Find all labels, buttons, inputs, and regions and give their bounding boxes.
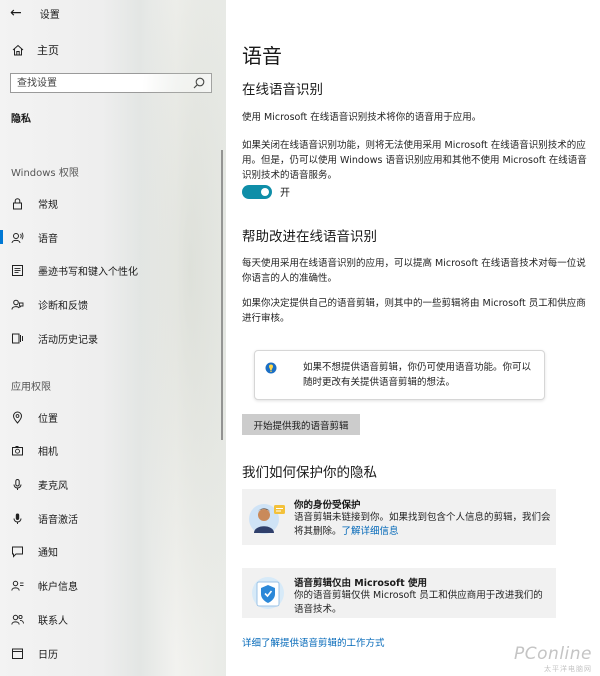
watermark-brand: PConline (514, 644, 592, 664)
camera-icon (12, 445, 23, 455)
title-bar: ← 设置 (10, 4, 60, 22)
contacts-icon (11, 614, 24, 625)
group-app-permissions: 应用权限 (11, 382, 51, 393)
sidebar-scrollbar[interactable] (221, 150, 223, 440)
sidebar-item-label: 相机 (38, 446, 58, 458)
online-speech-warning: 如果关闭在线语音识别功能，则将无法使用采用 Microsoft 在线语音识别技术… (242, 140, 587, 181)
home-label: 主页 (37, 44, 59, 57)
microsoft-card-title: 语音剪辑仅由 Microsoft 使用 (294, 578, 428, 589)
online-speech-toggle-row: 开 (242, 184, 290, 199)
sidebar-item-inking-typing[interactable]: 墨迹书写和键入个性化 (0, 258, 220, 282)
sidebar-item-voice-activation[interactable]: 语音激活 (0, 506, 220, 530)
watermark-sub: 太平洋电脑网 (544, 665, 592, 673)
sidebar-item-label: 墨迹书写和键入个性化 (38, 266, 138, 278)
microphone-icon (13, 478, 22, 490)
current-section-title: 隐私 (11, 114, 31, 125)
sidebar-item-label: 通知 (38, 547, 58, 559)
identity-protected-card: 你的身份受保护 语音剪辑未链接到你。如果找到包含个人信息的剪辑，我们会将其删除。… (242, 489, 556, 545)
calendar-icon (12, 648, 23, 659)
learn-more-link[interactable]: 了解详细信息 (342, 526, 399, 537)
sidebar-item-label: 语音激活 (38, 514, 78, 526)
sidebar-item-microphone[interactable]: 麦克风 (0, 472, 220, 496)
pen-keyboard-icon (12, 264, 23, 276)
sidebar-item-label: 活动历史记录 (38, 334, 98, 346)
sidebar-item-label: 帐户信息 (38, 581, 78, 593)
location-icon (12, 411, 23, 424)
shield-clip-icon (252, 577, 284, 609)
online-speech-toggle[interactable] (242, 184, 272, 199)
toggle-state-label: 开 (280, 188, 290, 199)
sidebar-item-general[interactable]: 常规 (0, 191, 220, 215)
sidebar-item-label: 位置 (38, 413, 58, 425)
start-voice-clips-button[interactable]: 开始提供我的语音剪辑 (242, 414, 360, 435)
sidebar-item-label: 诊断和反馈 (38, 300, 88, 312)
lightbulb-icon (265, 362, 277, 374)
tip-text: 如果不想提供语音剪辑，你仍可使用语音功能。你可以随时更改有关提供语音剪辑的想法。 (303, 362, 532, 388)
main-content: 语音 在线语音识别 使用 Microsoft 在线语音识别技术将你的语音用于应用… (226, 0, 600, 676)
identity-card-text: 语音剪辑未链接到你。如果找到包含个人信息的剪辑，我们会将其删除。 (294, 512, 551, 537)
online-speech-heading: 在线语音识别 (242, 82, 323, 98)
speech-icon (11, 232, 24, 243)
sidebar-item-contacts[interactable]: 联系人 (0, 607, 220, 631)
sidebar-item-location[interactable]: 位置 (0, 405, 220, 429)
identity-card-title: 你的身份受保护 (294, 500, 361, 511)
privacy-heading: 我们如何保护你的隐私 (242, 465, 377, 481)
sidebar-item-label: 常规 (38, 199, 58, 211)
microsoft-card-body: 你的语音剪辑仅供 Microsoft 员工和供应商用于改进我们的语音技术。 (294, 590, 543, 615)
notification-icon (12, 546, 23, 558)
sidebar-item-activity-history[interactable]: 活动历史记录 (0, 326, 220, 350)
improve-description: 每天使用采用在线语音识别的应用，可以提高 Microsoft 在线语音技术对每一… (242, 258, 586, 284)
tip-box: 如果不想提供语音剪辑，你仍可使用语音功能。你可以随时更改有关提供语音剪辑的想法。 (254, 350, 545, 400)
lock-icon (13, 197, 22, 209)
page-title: 语音 (242, 44, 282, 68)
sidebar-item-label: 日历 (38, 649, 58, 661)
search-icon[interactable] (192, 76, 206, 90)
sidebar-item-calendar[interactable]: 日历 (0, 641, 220, 665)
sidebar-item-camera[interactable]: 相机 (0, 438, 220, 462)
voice-activation-icon (13, 513, 22, 524)
group-windows-permissions: Windows 权限 (11, 168, 79, 179)
back-arrow-icon[interactable]: ← (10, 6, 22, 20)
account-info-icon (11, 580, 24, 591)
voice-clips-details-link[interactable]: 详细了解提供语音剪辑的工作方式 (242, 635, 385, 649)
online-speech-description: 使用 Microsoft 在线语音识别技术将你的语音用于应用。 (242, 112, 482, 123)
home-icon (12, 44, 24, 56)
feedback-icon (11, 299, 24, 310)
microsoft-only-card: 语音剪辑仅由 Microsoft 使用 你的语音剪辑仅供 Microsoft 员… (242, 568, 556, 618)
window-title: 设置 (39, 9, 60, 21)
watermark: PConline 太平洋电脑网 (514, 644, 592, 674)
improve-heading: 帮助改进在线语音识别 (242, 229, 377, 245)
sidebar-item-notifications[interactable]: 通知 (0, 539, 220, 563)
sidebar-item-speech[interactable]: 语音 (0, 225, 220, 249)
search-input[interactable] (11, 75, 192, 91)
search-box[interactable] (10, 73, 212, 93)
sidebar-item-account-info[interactable]: 帐户信息 (0, 573, 220, 597)
identity-card-body: 语音剪辑未链接到你。如果找到包含个人信息的剪辑，我们会将其删除。了解详细信息 (294, 511, 552, 539)
sidebar-item-diagnostics[interactable]: 诊断和反馈 (0, 292, 220, 316)
history-icon (12, 333, 23, 343)
person-shield-icon (249, 504, 285, 534)
improve-review-note: 如果你决定提供自己的语音剪辑，则其中的一些剪辑将由 Microsoft 员工和供… (242, 298, 586, 324)
sidebar: ← 设置 主页 隐私 Windows 权限 常规 语音 (0, 0, 226, 676)
sidebar-item-label: 联系人 (38, 615, 68, 627)
sidebar-item-label: 麦克风 (38, 480, 68, 492)
home-nav-item[interactable]: 主页 (11, 42, 59, 58)
sidebar-item-label: 语音 (38, 233, 58, 245)
